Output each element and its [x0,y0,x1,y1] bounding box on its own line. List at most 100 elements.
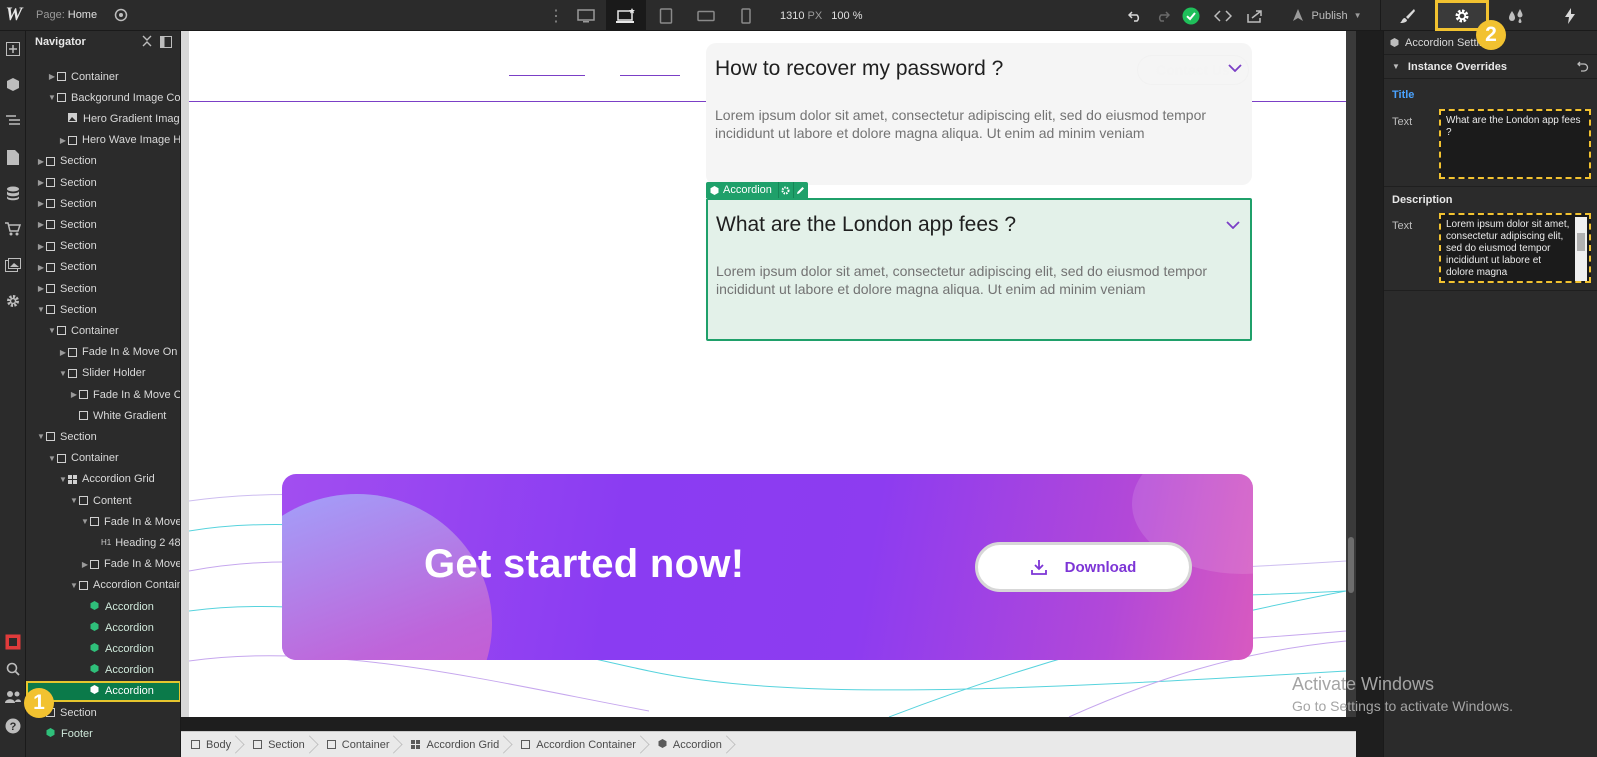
navigator-item[interactable]: ▶ Fade In & Move On [26,384,180,405]
canvas-scrollbar[interactable] [1346,31,1356,717]
pages-icon[interactable] [0,139,26,175]
caret-down-icon[interactable]: ▼ [47,454,57,463]
help-icon[interactable]: ? [0,708,26,744]
design-canvas[interactable]: How to recover my password ? Lorem ipsum… [189,31,1346,717]
navigator-item[interactable]: ▼ Content [26,490,180,511]
selected-element-tag[interactable]: Accordion [706,182,808,198]
ecommerce-cart-icon[interactable] [0,211,26,247]
navigator-item[interactable]: ▶ Section [26,214,180,235]
navigator-item[interactable]: ▼ Fade In & Move O [26,511,180,532]
navigator-item[interactable]: Hero Gradient Image [26,108,180,129]
caret-right-icon[interactable]: ▶ [36,199,46,208]
reset-overrides-icon[interactable] [1577,61,1589,75]
caret-right-icon[interactable]: ▶ [58,136,68,145]
desktop-large-breakpoint-icon[interactable] [566,0,606,31]
caret-right-icon[interactable]: ▶ [58,348,68,357]
publish-button[interactable]: Publish ▼ [1271,0,1381,31]
caret-right-icon[interactable]: ▶ [36,220,46,229]
caret-right-icon[interactable]: ▶ [36,157,46,166]
caret-down-icon[interactable]: ▼ [80,517,90,526]
edit-pencil-icon[interactable] [792,182,808,198]
dock-panel-icon[interactable] [160,36,172,51]
navigator-item[interactable]: ▶ Container [26,66,180,87]
navigator-item[interactable]: ▼ Slider Holder [26,363,180,384]
contact-us-button[interactable]: Contact Us [1137,55,1249,85]
caret-down-icon[interactable]: ▼ [69,496,79,505]
settings-gear-icon[interactable] [0,283,26,319]
style-panel-tab[interactable] [1381,0,1435,31]
interactions-panel-tab[interactable] [1543,0,1597,31]
caret-down-icon[interactable]: ▼ [36,305,46,314]
navigator-item[interactable]: ▶ Section [26,257,180,278]
undo-icon[interactable] [1119,0,1151,31]
instance-overrides-section[interactable]: ▼ Instance Overrides [1384,55,1597,79]
mobile-portrait-breakpoint-icon[interactable] [726,0,766,31]
cms-database-icon[interactable] [0,175,26,211]
title-text-field[interactable]: What are the London app fees ? [1439,109,1591,179]
code-export-icon[interactable] [1207,0,1239,31]
navigator-item[interactable]: ▼ Container [26,320,180,341]
page-selector[interactable]: Page: Home [36,9,97,21]
breadcrumb-item[interactable]: Body [181,732,243,757]
navigator-icon[interactable] [0,103,26,139]
navigator-item[interactable]: ▶ Section [26,278,180,299]
preview-eye-icon[interactable] [111,5,131,25]
caret-down-icon[interactable]: ▼ [58,369,68,378]
navigator-item[interactable]: ▶ Section [26,151,180,172]
share-icon[interactable] [1239,0,1271,31]
navigator-item[interactable]: ▶ Hero Wave Image Ho [26,130,180,151]
textarea-scrollbar[interactable] [1575,217,1587,281]
navigator-item[interactable]: White Gradient [26,405,180,426]
breadcrumb-item[interactable]: Accordion [648,732,734,757]
symbols-cube-icon[interactable] [0,67,26,103]
breadcrumb-item[interactable]: Accordion Container [511,732,648,757]
navigator-item[interactable]: ▶ Section [26,193,180,214]
caret-down-icon[interactable]: ▼ [47,93,57,102]
accordion-item-selected[interactable]: What are the London app fees ? Lorem ips… [706,198,1252,341]
desktop-breakpoint-icon[interactable] [606,0,646,31]
breadcrumb-item[interactable]: Accordion Grid [401,732,511,757]
more-breakpoints-icon[interactable]: ⋮ [546,6,566,26]
caret-down-icon[interactable]: ▼ [36,432,46,441]
navigator-item[interactable]: ▶ Section [26,236,180,257]
navigator-item[interactable]: ▼ Section [26,299,180,320]
navigator-item[interactable]: ▶ Section [26,172,180,193]
download-button[interactable]: Download [975,542,1192,592]
redo-icon[interactable] [1151,0,1175,31]
navigator-item[interactable]: Accordion [26,638,180,659]
caret-right-icon[interactable]: ▶ [36,263,46,272]
webflow-logo[interactable]: W [0,0,28,31]
navigator-item[interactable]: ▶ Fade In & Move On Sc [26,342,180,363]
caret-down-icon[interactable]: ▼ [58,475,68,484]
navigator-item[interactable]: ▼ Backgorund Image Con [26,87,180,108]
breadcrumb-item[interactable]: Section [243,732,317,757]
assets-images-icon[interactable] [0,247,26,283]
caret-right-icon[interactable]: ▶ [36,284,46,293]
navigator-item[interactable]: Accordion [26,617,180,638]
description-text-field[interactable]: Lorem ipsum dolor sit amet, consectetur … [1439,213,1591,283]
caret-right-icon[interactable]: ▶ [80,560,90,569]
navigator-item[interactable]: ▼ Accordion Containe [26,575,180,596]
caret-right-icon[interactable]: ▶ [36,178,46,187]
navigator-item[interactable]: Accordion [26,660,180,681]
scrollbar-thumb[interactable] [1348,537,1354,593]
collapse-all-icon[interactable] [142,35,152,50]
navigator-item[interactable]: ▼ Accordion Grid [26,469,180,490]
canvas-width-readout[interactable]: 1310 PX 100 % [780,10,863,22]
caret-right-icon[interactable]: ▶ [69,390,79,399]
navigator-item[interactable]: H1 Heading 2 48p [26,532,180,553]
caret-right-icon[interactable]: ▶ [36,242,46,251]
element-settings-icon[interactable] [777,182,793,198]
navigator-item[interactable]: ▼ Section [26,426,180,447]
tablet-breakpoint-icon[interactable] [646,0,686,31]
navigator-item[interactable]: Accordion [26,596,180,617]
navigator-item[interactable]: ▶ Fade In & Move O [26,554,180,575]
navigator-item[interactable]: Footer [26,723,180,744]
breadcrumb-item[interactable]: Container [317,732,402,757]
add-elements-icon[interactable] [0,31,26,67]
navigator-item[interactable]: ▼ Container [26,448,180,469]
caret-down-icon[interactable]: ▼ [69,581,79,590]
caret-right-icon[interactable]: ▶ [47,72,57,81]
caret-down-icon[interactable]: ▼ [47,326,57,335]
mobile-landscape-breakpoint-icon[interactable] [686,0,726,31]
